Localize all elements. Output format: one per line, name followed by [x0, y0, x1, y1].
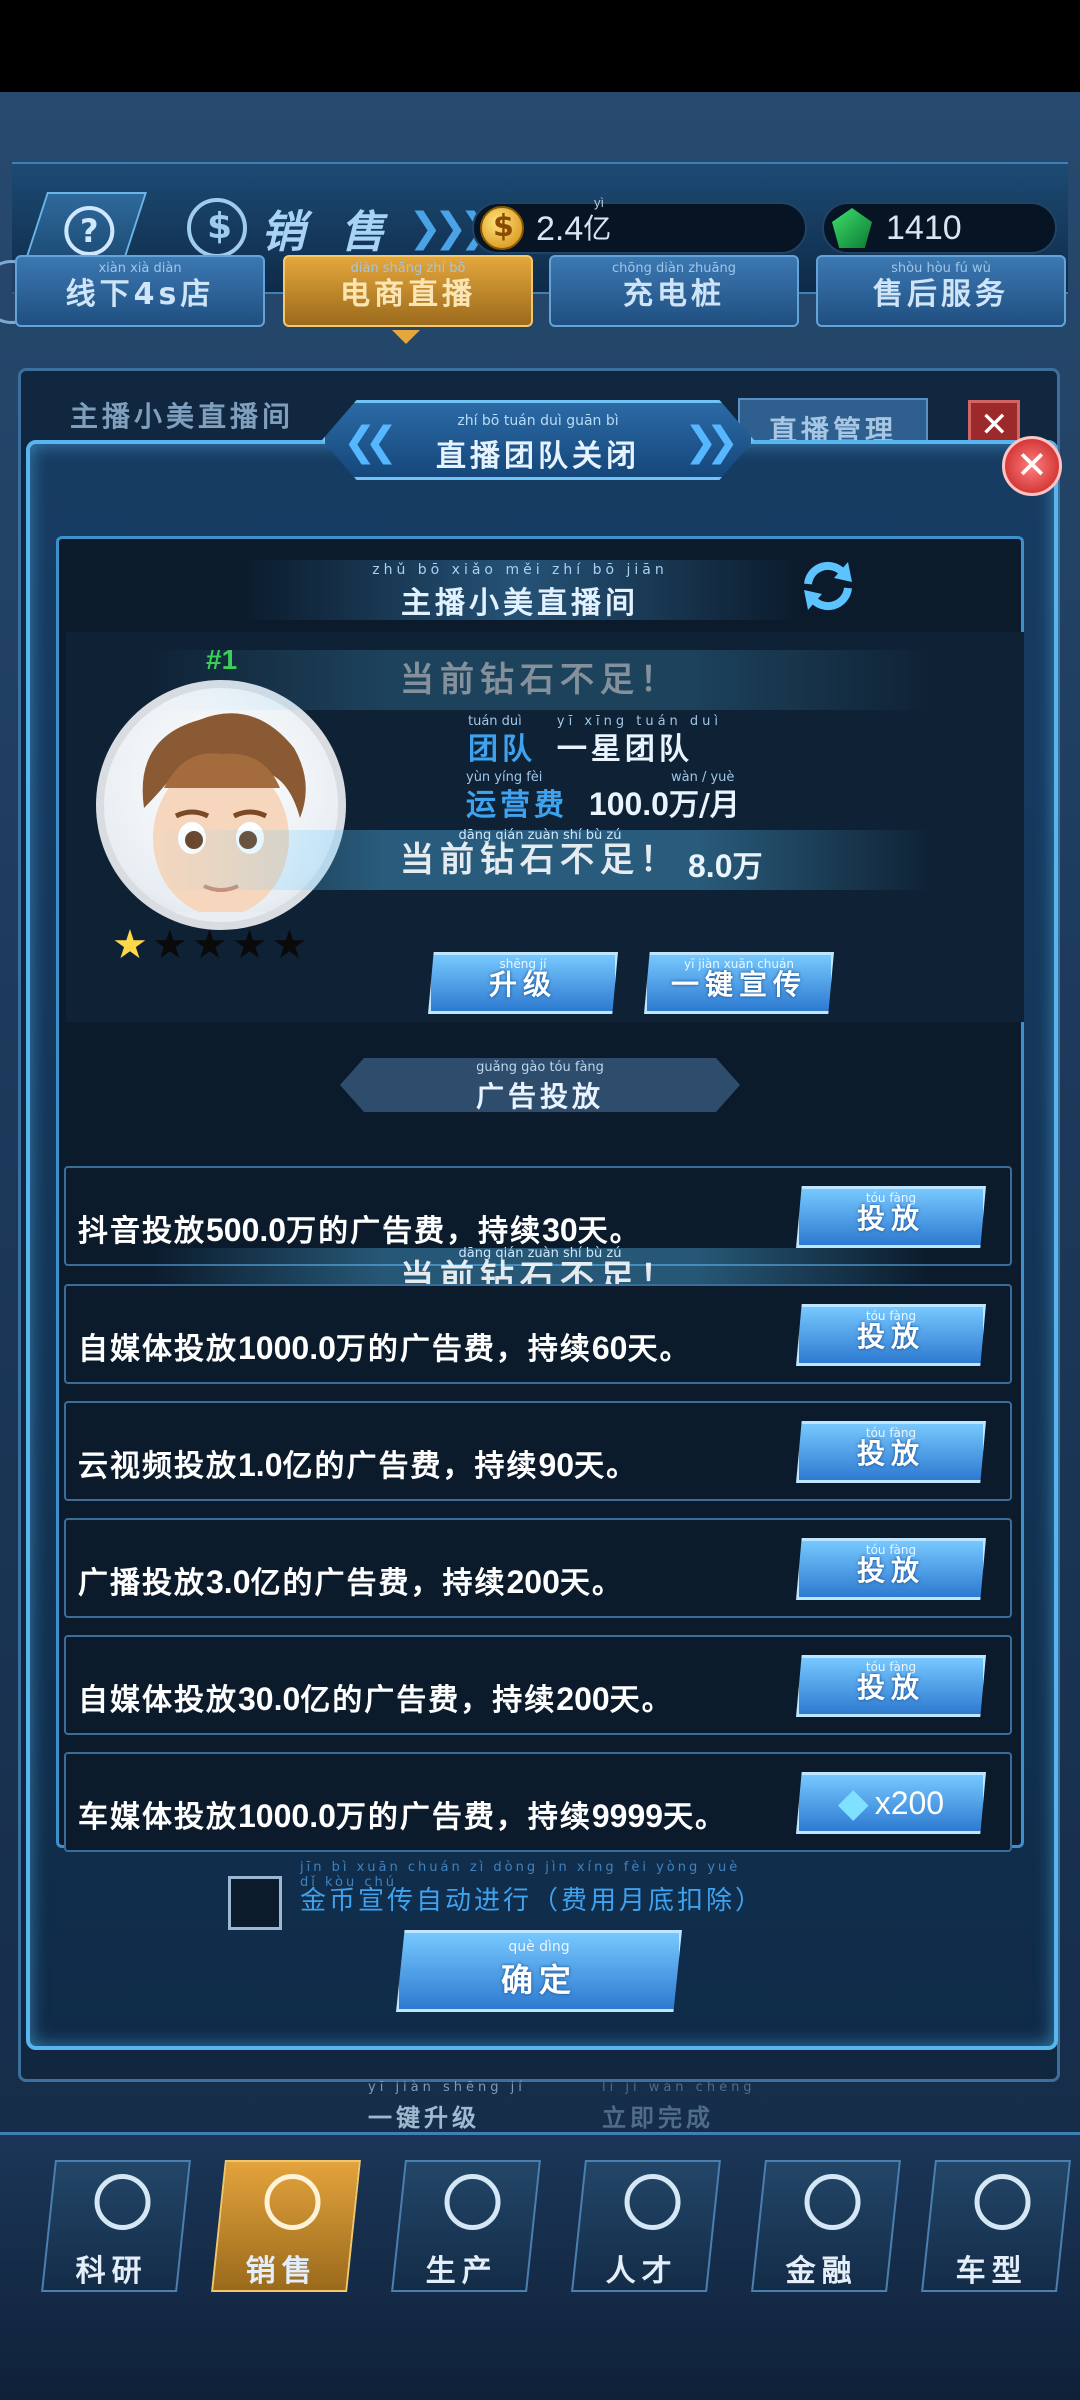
star-empty-icon: ★ — [231, 922, 268, 968]
diamond-icon: ◆ — [837, 1780, 869, 1826]
ad-description: 抖音投放500.0万的广告费，持续30天。 — [78, 1212, 642, 1249]
auto-promote-label: jīn bì xuān chuán zì dòng jìn xíng fèi y… — [300, 1860, 765, 1916]
nav-car-models[interactable]: 车型 — [921, 2160, 1071, 2292]
chevron-right-icon: ❯❯ — [683, 419, 739, 465]
star-rating: ★ ★ ★ ★ ★ — [112, 925, 307, 965]
ad-launch-button[interactable]: tóu fàng 投放 — [796, 1655, 986, 1717]
ad-row: 自媒体投放30.0亿的广告费，持续200天。 tóu fàng 投放 — [64, 1635, 1012, 1735]
page-title-text: 销 售 — [261, 207, 395, 258]
gold-value: 2.4亿 yì — [536, 195, 612, 248]
nav-research[interactable]: 科研 — [41, 2160, 191, 2292]
ad-launch-button[interactable]: tóu fàng 投放 — [796, 1186, 986, 1248]
team-value: 一星团队 — [556, 732, 693, 767]
star-filled-icon: ★ — [112, 922, 148, 968]
anchor-avatar[interactable] — [96, 680, 346, 930]
star-empty-icon: ★ — [271, 922, 308, 968]
dialog-title: ❮❮ zhí bō tuán duì guān bì 直播团队关闭 ❯❯ — [322, 400, 754, 480]
toast-faded: 当前钻石不足！ — [150, 650, 930, 710]
ad-description: 云视频投放1.0亿的广告费，持续90天。 — [78, 1447, 639, 1484]
ad-description: 自媒体投放30.0亿的广告费，持续200天。 — [78, 1681, 674, 1718]
ad-description: 车媒体投放1000.0万的广告费，持续9999天。 — [78, 1798, 728, 1835]
cost-key: 运营费 — [466, 788, 568, 823]
ad-description: 自媒体投放1000.0万的广告费，持续60天。 — [78, 1330, 692, 1367]
wrench-icon — [444, 2174, 501, 2230]
nav-finance[interactable]: 金融 — [751, 2160, 901, 2292]
nav-production[interactable]: 生产 — [391, 2160, 541, 2292]
tab-live-commerce[interactable]: diàn shāng zhí bō 电商直播 — [283, 255, 533, 327]
gold-counter: 2.4亿yì — [472, 195, 807, 254]
confirm-button[interactable]: què dìng 确定 — [396, 1930, 682, 2012]
tab-after-sales[interactable]: shòu hòu fú wù 售后服务 — [816, 255, 1066, 327]
upgrade-all-button[interactable]: yī jiàn shēng jí 一键升级 — [368, 2080, 522, 2133]
room-name: 主播小美直播间 — [401, 586, 639, 621]
question-icon: ? — [64, 206, 115, 256]
room-title: zhǔ bō xiǎo měi zhí bō jiān 主播小美直播间 — [240, 560, 800, 621]
ad-diamond-button[interactable]: ◆ x200 — [796, 1772, 986, 1834]
ad-section-header: guǎng gào tóu fàng 广告投放 — [340, 1058, 740, 1112]
ad-row: 云视频投放1.0亿的广告费，持续90天。 tóu fàng 投放 — [64, 1401, 1012, 1501]
chart-icon — [804, 2174, 861, 2230]
nav-sales[interactable]: 销售 — [211, 2160, 361, 2292]
nav-talent[interactable]: 人才 — [571, 2160, 721, 2292]
team-info: tuán duì 团队 yī xīng tuán duì 一星团队 — [468, 714, 723, 767]
gear-atom-icon — [94, 2174, 151, 2230]
team-key: 团队 — [468, 732, 536, 767]
income-value: 8.0万 — [688, 848, 763, 885]
toast-message: dāng qián zuàn shí bù zú 当前钻石不足！ — [150, 828, 930, 890]
finish-now-button[interactable]: lì jí wán chéng 立即完成 — [602, 2080, 752, 2133]
ad-row: 自媒体投放1000.0万的广告费，持续60天。 tóu fàng 投放 — [64, 1284, 1012, 1384]
background-room-label: 主播小美直播间 — [70, 400, 295, 433]
ad-launch-button[interactable]: tóu fàng 投放 — [796, 1538, 986, 1600]
star-empty-icon: ★ — [151, 922, 188, 968]
tab-offline-store[interactable]: xiàn xià diàn 线下4s店 — [15, 255, 265, 327]
gold-coin-icon — [480, 206, 524, 250]
operating-cost: yùn yíng fèi 运营费 100.0 wàn / yuè 万/月 — [466, 770, 740, 823]
cost-unit: 万/月 — [668, 788, 740, 823]
garage-car-icon — [974, 2174, 1031, 2230]
upgrade-button[interactable]: shēng jí 升级 — [428, 952, 618, 1014]
dialog-close-button[interactable] — [1002, 436, 1062, 496]
refresh-icon[interactable] — [798, 556, 858, 616]
ad-launch-button[interactable]: tóu fàng 投放 — [796, 1421, 986, 1483]
money-hand-icon — [264, 2174, 321, 2230]
cost-value: 100.0 — [588, 786, 669, 822]
auto-promote-checkbox[interactable] — [228, 1876, 282, 1930]
search-person-icon — [624, 2174, 681, 2230]
tab-charging-pile[interactable]: chōng diàn zhuāng 充电桩 — [549, 255, 799, 327]
money-hand-icon — [187, 198, 247, 258]
ad-description: 广播投放3.0亿的广告费，持续200天。 — [78, 1564, 624, 1601]
ad-launch-button[interactable]: tóu fàng 投放 — [796, 1304, 986, 1366]
star-empty-icon: ★ — [191, 922, 228, 968]
ad-row: 车媒体投放1000.0万的广告费，持续9999天。 ◆ x200 — [64, 1752, 1012, 1852]
gem-icon — [832, 208, 872, 248]
promote-button[interactable]: yī jiàn xuān chuán 一键宣传 — [644, 952, 834, 1014]
diamond-value: 1410 — [886, 209, 962, 247]
diamond-counter: 1410 — [822, 202, 1057, 254]
ad-row: 广播投放3.0亿的广告费，持续200天。 tóu fàng 投放 — [64, 1518, 1012, 1618]
